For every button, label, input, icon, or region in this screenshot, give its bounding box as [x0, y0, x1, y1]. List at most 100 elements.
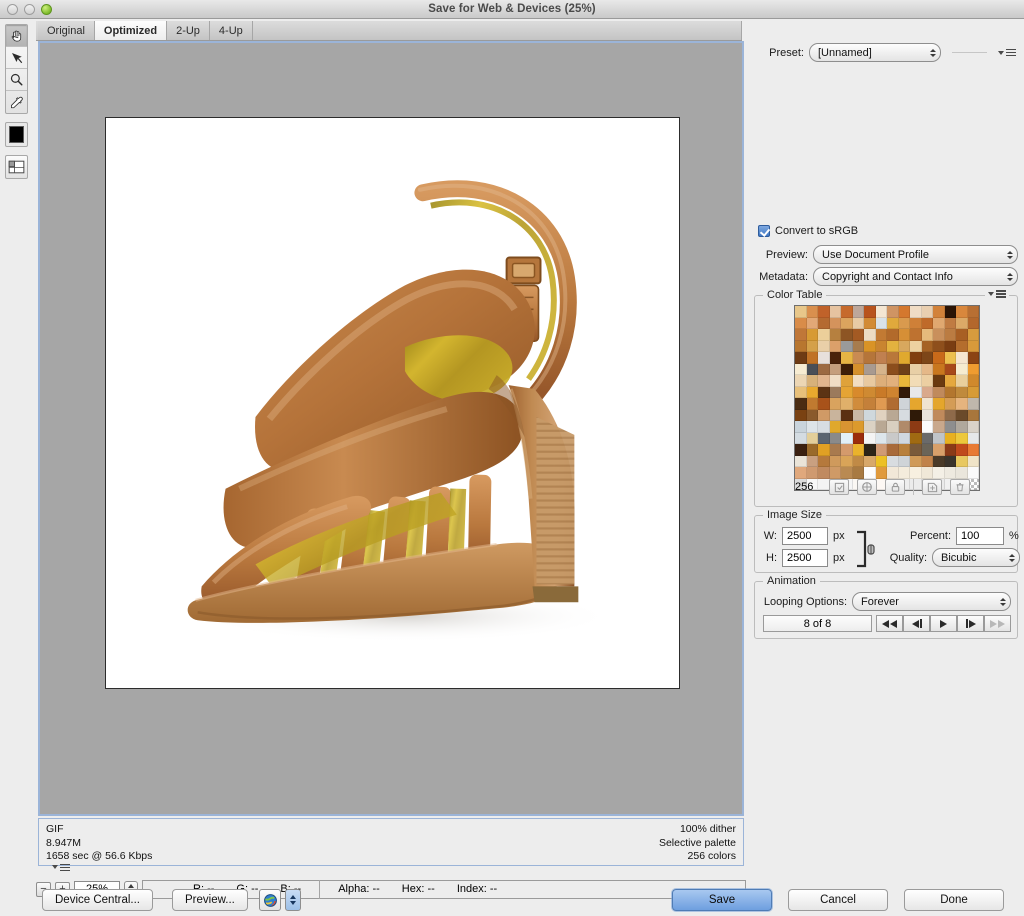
- color-swatch[interactable]: [807, 364, 819, 376]
- color-swatch[interactable]: [830, 329, 842, 341]
- preset-dropdown[interactable]: [Unnamed]: [809, 43, 941, 62]
- color-swatch[interactable]: [853, 421, 865, 433]
- color-swatch[interactable]: [899, 444, 911, 456]
- color-swatch[interactable]: [876, 444, 888, 456]
- done-button[interactable]: Done: [904, 889, 1004, 911]
- color-swatch[interactable]: [876, 352, 888, 364]
- color-swatch[interactable]: [922, 329, 934, 341]
- color-swatch[interactable]: [945, 421, 957, 433]
- color-swatch[interactable]: [968, 433, 980, 445]
- color-swatch[interactable]: [841, 306, 853, 318]
- color-swatch[interactable]: [887, 387, 899, 399]
- color-swatch[interactable]: [876, 329, 888, 341]
- height-input[interactable]: 2500: [782, 549, 828, 567]
- metadata-dropdown[interactable]: Copyright and Contact Info: [813, 267, 1018, 286]
- color-swatch[interactable]: [795, 398, 807, 410]
- color-swatch[interactable]: [830, 456, 842, 468]
- color-swatch[interactable]: [887, 410, 899, 422]
- color-swatch[interactable]: [933, 433, 945, 445]
- color-swatch[interactable]: [795, 444, 807, 456]
- color-swatch[interactable]: [910, 341, 922, 353]
- color-swatch[interactable]: [899, 341, 911, 353]
- color-swatch[interactable]: [795, 387, 807, 399]
- color-swatch[interactable]: [956, 341, 968, 353]
- color-swatch[interactable]: [945, 444, 957, 456]
- color-swatch[interactable]: [968, 456, 980, 468]
- tab-2up[interactable]: 2-Up: [167, 21, 210, 40]
- color-swatch[interactable]: [795, 456, 807, 468]
- color-swatch[interactable]: [968, 410, 980, 422]
- color-swatch[interactable]: [910, 364, 922, 376]
- color-swatch[interactable]: [899, 398, 911, 410]
- color-swatch[interactable]: [795, 421, 807, 433]
- color-swatch[interactable]: [818, 398, 830, 410]
- web-shift-button[interactable]: [857, 479, 877, 495]
- color-swatch[interactable]: [968, 341, 980, 353]
- color-swatch[interactable]: [910, 467, 922, 479]
- color-swatch[interactable]: [818, 352, 830, 364]
- color-swatch[interactable]: [864, 387, 876, 399]
- color-swatch[interactable]: [956, 329, 968, 341]
- color-swatch[interactable]: [830, 352, 842, 364]
- color-swatch[interactable]: [910, 410, 922, 422]
- color-swatch[interactable]: [910, 375, 922, 387]
- color-swatch[interactable]: [887, 398, 899, 410]
- color-swatch[interactable]: [899, 352, 911, 364]
- preview-button[interactable]: Preview...: [172, 889, 248, 911]
- color-swatch[interactable]: [818, 341, 830, 353]
- color-swatch[interactable]: [968, 352, 980, 364]
- color-swatch[interactable]: [807, 352, 819, 364]
- color-swatch[interactable]: [795, 467, 807, 479]
- color-swatch[interactable]: [853, 387, 865, 399]
- color-swatch[interactable]: [910, 398, 922, 410]
- color-swatch[interactable]: [795, 329, 807, 341]
- color-swatch[interactable]: [922, 364, 934, 376]
- color-swatch[interactable]: [807, 318, 819, 330]
- color-swatch[interactable]: [853, 398, 865, 410]
- color-swatch[interactable]: [922, 444, 934, 456]
- color-swatch[interactable]: [922, 467, 934, 479]
- preview-browser-dropdown[interactable]: [285, 889, 301, 911]
- color-swatch[interactable]: [968, 306, 980, 318]
- rewind-button[interactable]: [876, 615, 903, 632]
- color-swatch[interactable]: [864, 421, 876, 433]
- color-swatch[interactable]: [876, 364, 888, 376]
- color-swatch[interactable]: [876, 387, 888, 399]
- color-swatch[interactable]: [853, 456, 865, 468]
- color-swatch[interactable]: [922, 410, 934, 422]
- color-swatch[interactable]: [922, 306, 934, 318]
- color-swatch[interactable]: [945, 318, 957, 330]
- color-swatch[interactable]: [968, 364, 980, 376]
- color-swatch[interactable]: [807, 387, 819, 399]
- color-swatch[interactable]: [933, 387, 945, 399]
- color-swatch[interactable]: [887, 444, 899, 456]
- color-swatch[interactable]: [876, 398, 888, 410]
- color-swatch[interactable]: [795, 375, 807, 387]
- color-swatch[interactable]: [807, 410, 819, 422]
- color-swatch[interactable]: [968, 318, 980, 330]
- color-swatch[interactable]: [968, 329, 980, 341]
- color-swatch[interactable]: [887, 318, 899, 330]
- color-swatch[interactable]: [876, 421, 888, 433]
- color-swatch[interactable]: [968, 421, 980, 433]
- color-swatch[interactable]: [956, 467, 968, 479]
- color-swatch[interactable]: [841, 329, 853, 341]
- color-swatch[interactable]: [864, 306, 876, 318]
- color-swatch[interactable]: [841, 398, 853, 410]
- color-swatch[interactable]: [922, 433, 934, 445]
- color-swatch[interactable]: [933, 421, 945, 433]
- color-swatch[interactable]: [910, 306, 922, 318]
- color-swatch[interactable]: [968, 467, 980, 479]
- color-swatch[interactable]: [841, 467, 853, 479]
- color-swatch[interactable]: [933, 306, 945, 318]
- color-swatch[interactable]: [818, 456, 830, 468]
- color-swatch[interactable]: [807, 306, 819, 318]
- color-swatch[interactable]: [922, 387, 934, 399]
- color-swatch[interactable]: [910, 433, 922, 445]
- color-swatch[interactable]: [945, 398, 957, 410]
- color-swatch[interactable]: [807, 433, 819, 445]
- color-swatch[interactable]: [887, 352, 899, 364]
- color-swatch[interactable]: [807, 341, 819, 353]
- color-swatch[interactable]: [899, 375, 911, 387]
- constrain-proportions-chain-icon[interactable]: [855, 528, 879, 570]
